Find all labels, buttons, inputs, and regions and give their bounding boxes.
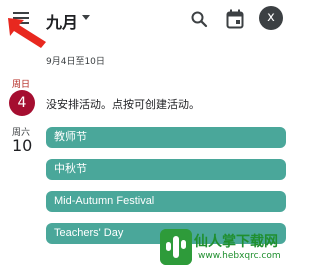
event-chip[interactable]: Mid-Autumn Festival	[46, 191, 286, 212]
calendar-today-icon[interactable]	[226, 9, 244, 29]
site-watermark: 仙人掌下载网 www.hebxqrc.com	[160, 229, 286, 269]
red-arrow-annotation-icon	[8, 18, 46, 48]
watermark-text: 仙人掌下载网	[194, 234, 278, 250]
event-chip[interactable]: 中秋节	[46, 159, 286, 180]
event-chip[interactable]: 教师节	[46, 127, 286, 148]
today-date-badge[interactable]: 4	[9, 90, 35, 116]
day-weekday-label: 周日	[12, 80, 31, 90]
account-avatar[interactable]: x	[259, 6, 283, 30]
chevron-down-icon[interactable]	[82, 15, 90, 20]
day-date-label[interactable]: 10	[12, 136, 32, 155]
empty-day-create-prompt[interactable]: 没安排活动。点按可创建活动。	[46, 96, 200, 112]
watermark-url: www.hebxqrc.com	[198, 251, 281, 261]
cactus-logo-icon	[160, 229, 192, 265]
week-range-label: 9月4日至10日	[46, 57, 105, 67]
month-selector-label[interactable]: 九月	[46, 9, 78, 33]
search-icon[interactable]	[190, 10, 208, 28]
